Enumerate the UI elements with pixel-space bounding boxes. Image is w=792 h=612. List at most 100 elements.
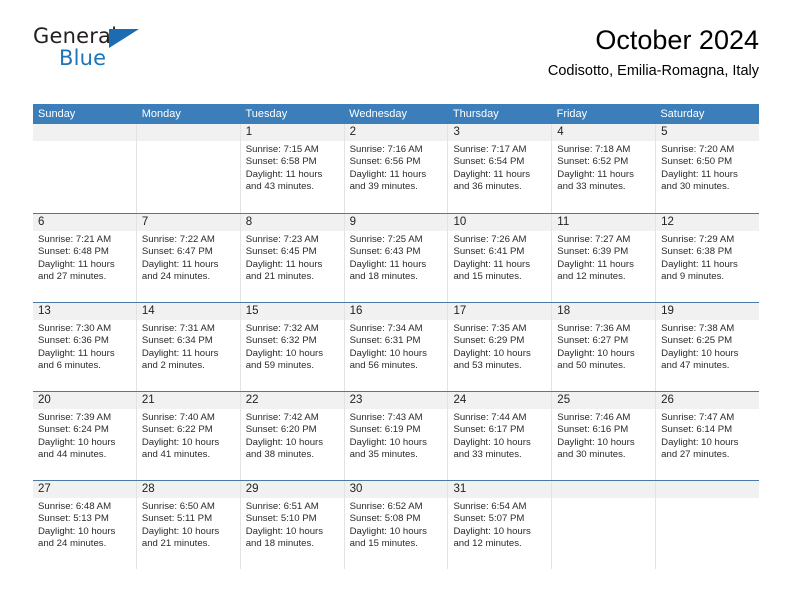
weekday-header-saturday: Saturday (660, 108, 705, 120)
day-number: 14 (136, 303, 240, 320)
day-cell-7[interactable]: 7 Sunrise: 7:22 AM Sunset: 6:47 PM Daylight… (135, 214, 240, 302)
daylight-text-line1: Daylight: 10 hours (349, 347, 427, 359)
day-cell-23[interactable]: 23 Sunrise: 7:43 AM Sunset: 6:19 PM Dayligh… (343, 392, 448, 480)
weekday-header-thursday: Thursday (452, 108, 499, 120)
day-cell-19[interactable]: 19 Sunrise: 7:38 AM Sunset: 6:25 PM Dayligh… (655, 303, 760, 391)
page-subtitle: Codisotto, Emilia-Romagna, Italy (547, 63, 759, 79)
day-number: 5 (656, 124, 760, 141)
sunset-text: Sunset: 6:20 PM (245, 424, 317, 436)
day-number: 4 (552, 124, 656, 141)
sunrise-text: Sunrise: 6:48 AM (38, 501, 112, 512)
day-details: Sunrise: 7:35 AM Sunset: 6:29 PM Daylight:… (448, 320, 551, 373)
sunset-text: Sunset: 6:25 PM (661, 335, 733, 347)
day-details: Sunrise: 7:31 AM Sunset: 6:34 PM Daylight:… (137, 320, 240, 373)
day-number: 7 (136, 214, 240, 231)
daylight-text-line2: and 59 minutes. (245, 360, 314, 372)
day-cell-25[interactable]: 25 Sunrise: 7:46 AM Sunset: 6:16 PM Dayligh… (551, 392, 656, 480)
day-details: Sunrise: 7:21 AM Sunset: 6:48 PM Daylight:… (33, 231, 136, 284)
day-cell-24[interactable]: 24 Sunrise: 7:44 AM Sunset: 6:17 PM Dayligh… (447, 392, 552, 480)
day-number: 8 (240, 214, 344, 231)
daylight-text-line2: and 53 minutes. (453, 360, 522, 372)
day-number: 26 (656, 392, 760, 409)
day-number: 18 (552, 303, 656, 320)
day-number: 20 (33, 392, 136, 409)
daylight-text-line1: Daylight: 10 hours (661, 436, 739, 448)
sunset-text: Sunset: 5:08 PM (349, 513, 421, 525)
day-cell-empty (655, 481, 760, 569)
page-title: October 2024 (595, 25, 759, 55)
daylight-text-line1: Daylight: 11 hours (557, 168, 634, 180)
day-cell-8[interactable]: 8 Sunrise: 7:23 AM Sunset: 6:45 PM Daylight… (239, 214, 344, 302)
day-cell-31[interactable]: 31 Sunrise: 6:54 AM Sunset: 5:07 PM Dayligh… (447, 481, 552, 569)
day-details: Sunrise: 7:20 AM Sunset: 6:50 PM Daylight:… (656, 141, 759, 194)
day-cell-27[interactable]: 27 Sunrise: 6:48 AM Sunset: 5:13 PM Dayligh… (33, 481, 136, 569)
daylight-text-line1: Daylight: 10 hours (245, 436, 324, 448)
daylight-text-line2: and 56 minutes. (349, 360, 418, 372)
day-details: Sunrise: 7:47 AM Sunset: 6:14 PM Daylight:… (656, 409, 759, 462)
sunrise-text: Sunrise: 7:15 AM (245, 144, 319, 155)
daylight-text-line1: Daylight: 11 hours (245, 258, 323, 270)
sunrise-text: Sunrise: 7:31 AM (141, 323, 215, 334)
day-cell-30[interactable]: 30 Sunrise: 6:52 AM Sunset: 5:08 PM Dayligh… (343, 481, 448, 569)
day-cell-18[interactable]: 18 Sunrise: 7:36 AM Sunset: 6:27 PM Dayligh… (551, 303, 656, 391)
sunrise-text: Sunrise: 6:50 AM (141, 501, 215, 512)
day-cell-29[interactable]: 29 Sunrise: 6:51 AM Sunset: 5:10 PM Dayligh… (239, 481, 344, 569)
day-details: Sunrise: 7:18 AM Sunset: 6:52 PM Daylight:… (552, 141, 655, 194)
sunrise-text: Sunrise: 7:17 AM (453, 144, 527, 155)
daylight-text-line2: and 18 minutes. (245, 538, 314, 550)
daylight-text-line1: Daylight: 10 hours (38, 436, 116, 448)
day-cell-10[interactable]: 10 Sunrise: 7:26 AM Sunset: 6:41 PM Dayligh… (447, 214, 552, 302)
day-number (656, 481, 760, 498)
day-details: Sunrise: 7:44 AM Sunset: 6:17 PM Daylight:… (448, 409, 551, 462)
sunset-text: Sunset: 5:07 PM (453, 513, 525, 525)
sunset-text: Sunset: 6:16 PM (557, 424, 629, 436)
day-number: 3 (448, 124, 552, 141)
day-cell-21[interactable]: 21 Sunrise: 7:40 AM Sunset: 6:22 PM Dayligh… (135, 392, 240, 480)
day-cell-1[interactable]: 1 Sunrise: 7:15 AM Sunset: 6:58 PM Daylight… (239, 124, 344, 213)
sunset-text: Sunset: 6:48 PM (38, 246, 109, 258)
day-cell-5[interactable]: 5 Sunrise: 7:20 AM Sunset: 6:50 PM Daylight… (655, 124, 760, 213)
daylight-text-line2: and 47 minutes. (661, 360, 730, 372)
day-number: 16 (344, 303, 448, 320)
sunrise-text: Sunrise: 7:42 AM (245, 412, 319, 423)
sunrise-text: Sunrise: 7:20 AM (661, 144, 735, 155)
sunset-text: Sunset: 6:56 PM (349, 156, 421, 168)
day-cell-28[interactable]: 28 Sunrise: 6:50 AM Sunset: 5:11 PM Dayligh… (135, 481, 240, 569)
day-cell-15[interactable]: 15 Sunrise: 7:32 AM Sunset: 6:32 PM Dayligh… (239, 303, 344, 391)
sunset-text: Sunset: 5:13 PM (38, 513, 109, 525)
day-cell-4[interactable]: 4 Sunrise: 7:18 AM Sunset: 6:52 PM Daylight… (551, 124, 656, 213)
logo-triangle-icon (109, 29, 139, 48)
daylight-text-line1: Daylight: 10 hours (453, 347, 531, 359)
day-cell-17[interactable]: 17 Sunrise: 7:35 AM Sunset: 6:29 PM Dayligh… (447, 303, 552, 391)
day-cell-3[interactable]: 3 Sunrise: 7:17 AM Sunset: 6:54 PM Daylight… (447, 124, 552, 213)
day-number: 9 (344, 214, 448, 231)
day-details: Sunrise: 7:36 AM Sunset: 6:27 PM Daylight:… (552, 320, 655, 373)
day-cell-9[interactable]: 9 Sunrise: 7:25 AM Sunset: 6:43 PM Daylight… (343, 214, 448, 302)
sunrise-text: Sunrise: 7:26 AM (453, 234, 527, 245)
day-cell-11[interactable]: 11 Sunrise: 7:27 AM Sunset: 6:39 PM Dayligh… (551, 214, 656, 302)
daylight-text-line2: and 39 minutes. (349, 181, 418, 193)
day-cell-6[interactable]: 6 Sunrise: 7:21 AM Sunset: 6:48 PM Daylight… (33, 214, 136, 302)
day-cell-14[interactable]: 14 Sunrise: 7:31 AM Sunset: 6:34 PM Dayligh… (135, 303, 240, 391)
logo-text-blue: Blue (59, 46, 107, 70)
page-header: General Blue October 2024 Codisotto, Emi… (33, 0, 759, 79)
day-cell-2[interactable]: 2 Sunrise: 7:16 AM Sunset: 6:56 PM Daylight… (343, 124, 448, 213)
day-details: Sunrise: 7:17 AM Sunset: 6:54 PM Daylight:… (448, 141, 551, 194)
daylight-text-line1: Daylight: 10 hours (557, 347, 635, 359)
day-cell-13[interactable]: 13 Sunrise: 7:30 AM Sunset: 6:36 PM Dayligh… (33, 303, 136, 391)
day-details: Sunrise: 6:54 AM Sunset: 5:07 PM Daylight:… (448, 498, 551, 551)
sunrise-text: Sunrise: 7:36 AM (557, 323, 631, 334)
logo-general-blue[interactable]: General Blue (33, 24, 223, 76)
day-cell-26[interactable]: 26 Sunrise: 7:47 AM Sunset: 6:14 PM Dayligh… (655, 392, 760, 480)
day-cell-22[interactable]: 22 Sunrise: 7:42 AM Sunset: 6:20 PM Dayligh… (239, 392, 344, 480)
day-cell-20[interactable]: 20 Sunrise: 7:39 AM Sunset: 6:24 PM Dayligh… (33, 392, 136, 480)
day-number: 19 (656, 303, 760, 320)
sunset-text: Sunset: 6:52 PM (557, 156, 629, 168)
daylight-text-line1: Daylight: 11 hours (38, 347, 115, 359)
sunrise-text: Sunrise: 6:54 AM (453, 501, 527, 512)
day-cell-12[interactable]: 12 Sunrise: 7:29 AM Sunset: 6:38 PM Dayligh… (655, 214, 760, 302)
day-details: Sunrise: 7:34 AM Sunset: 6:31 PM Daylight:… (345, 320, 448, 373)
day-cell-16[interactable]: 16 Sunrise: 7:34 AM Sunset: 6:31 PM Dayligh… (343, 303, 448, 391)
day-details: Sunrise: 6:48 AM Sunset: 5:13 PM Daylight:… (33, 498, 136, 551)
daylight-text-line1: Daylight: 11 hours (349, 168, 427, 180)
